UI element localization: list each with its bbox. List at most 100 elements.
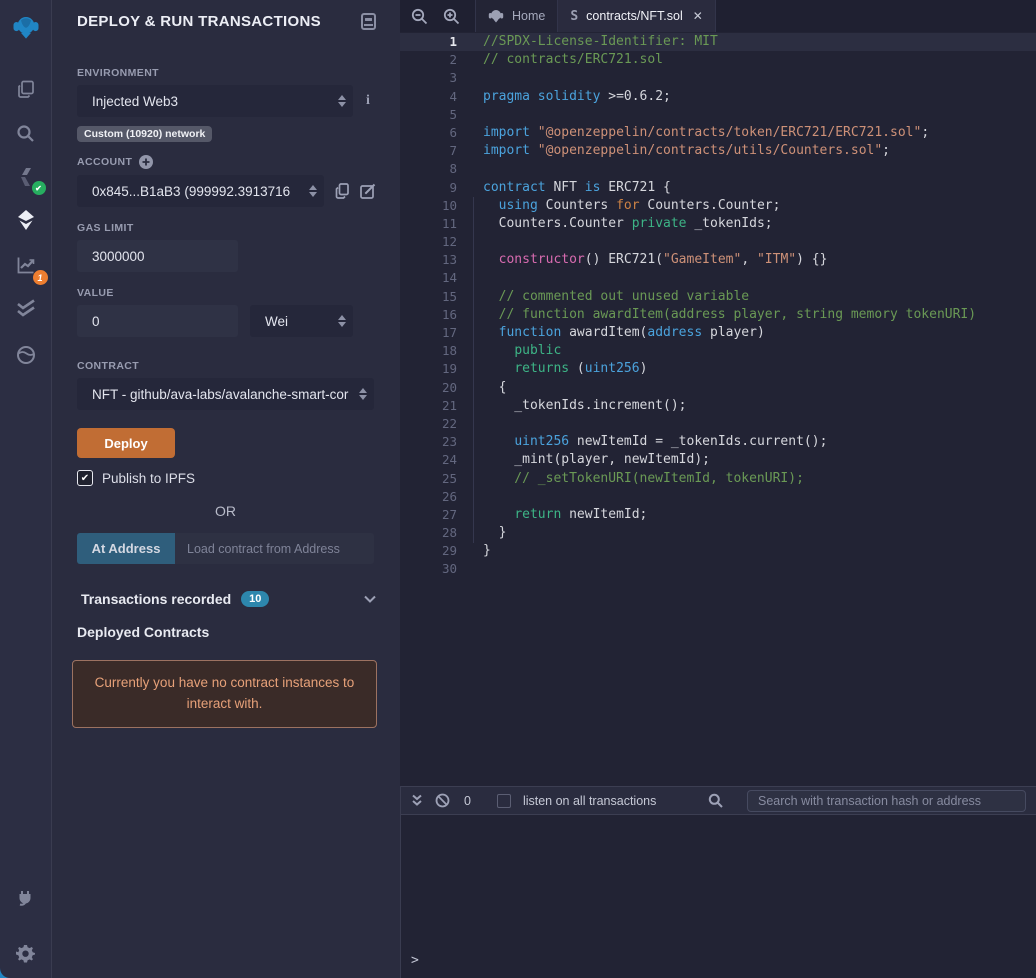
indent-guide [473, 197, 474, 543]
expand-terminal-icon[interactable] [411, 794, 423, 807]
code-line[interactable]: 20 { [400, 379, 1036, 397]
line-number: 13 [400, 251, 470, 269]
network-badge: Custom (10920) network [77, 126, 212, 142]
contract-select[interactable]: NFT - github/ava-labs/avalanche-smart-co… [77, 378, 374, 410]
zoom-in-icon[interactable] [440, 5, 463, 28]
at-address-input[interactable] [175, 533, 374, 564]
code-lines[interactable]: 1//SPDX-License-Identifier: MIT2// contr… [400, 32, 1036, 579]
code-line[interactable]: 26 [400, 488, 1036, 506]
code-line[interactable]: 17 function awardItem(address player) [400, 324, 1036, 342]
line-number: 6 [400, 124, 470, 142]
line-number: 23 [400, 433, 470, 451]
code-line[interactable]: 18 public [400, 342, 1036, 360]
chevron-updown-icon [309, 185, 317, 197]
code-line[interactable]: 4pragma solidity >=0.6.2; [400, 88, 1036, 106]
line-number: 8 [400, 160, 470, 178]
code-line[interactable]: 24 _mint(player, newItemId); [400, 451, 1036, 469]
solidity-compiler-icon[interactable]: ✔ [11, 162, 41, 192]
code-line[interactable]: 9contract NFT is ERC721 { [400, 179, 1036, 197]
line-number: 12 [400, 233, 470, 251]
gas-limit-label: GAS LIMIT [77, 222, 376, 234]
code-line[interactable]: 7import "@openzeppelin/contracts/utils/C… [400, 142, 1036, 160]
transactions-recorded-label: Transactions recorded [81, 591, 231, 607]
code-line[interactable]: 27 return newItemId; [400, 506, 1036, 524]
code-line[interactable]: 23 uint256 newItemId = _tokenIds.current… [400, 433, 1036, 451]
clear-console-icon[interactable] [435, 793, 450, 808]
terminal-toolbar: 0 listen on all transactions [401, 786, 1036, 815]
tab-contracts-nft-sol[interactable]: S contracts/NFT.sol ✕ [557, 0, 715, 32]
search-icon[interactable] [11, 118, 41, 148]
code-line[interactable]: 29} [400, 542, 1036, 560]
at-address-button[interactable]: At Address [77, 533, 175, 564]
chevron-updown-icon [359, 388, 367, 400]
close-tab-icon[interactable]: ✕ [693, 9, 703, 23]
code-line[interactable]: 1//SPDX-License-Identifier: MIT [400, 33, 1036, 51]
code-line[interactable]: 13 constructor() ERC721("GameItem", "ITM… [400, 251, 1036, 269]
code-line[interactable]: 11 Counters.Counter private _tokenIds; [400, 215, 1036, 233]
panel-title: DEPLOY & RUN TRANSACTIONS [77, 13, 321, 30]
chevron-updown-icon [338, 315, 346, 327]
code-line[interactable]: 2// contracts/ERC721.sol [400, 51, 1036, 69]
line-number: 2 [400, 51, 470, 69]
code-line[interactable]: 12 [400, 233, 1036, 251]
code-line[interactable]: 5 [400, 106, 1036, 124]
environment-select[interactable]: Injected Web3 [77, 85, 353, 117]
copy-account-icon[interactable] [335, 183, 349, 199]
code-line[interactable]: 21 _tokenIds.increment(); [400, 397, 1036, 415]
code-line[interactable]: 22 [400, 415, 1036, 433]
plugin-circle-icon[interactable] [11, 340, 41, 370]
chevron-updown-icon [338, 95, 346, 107]
terminal-search-input[interactable] [747, 790, 1026, 812]
code-line[interactable]: 28 } [400, 524, 1036, 542]
environment-label: ENVIRONMENT [77, 67, 376, 79]
line-number: 25 [400, 470, 470, 488]
tab-home[interactable]: Home [475, 0, 557, 32]
compiler-success-badge: ✔ [32, 181, 46, 195]
environment-info-icon[interactable]: i [366, 93, 370, 109]
contract-label: CONTRACT [77, 360, 376, 372]
solidity-file-icon: S [570, 9, 578, 24]
static-analysis-icon[interactable] [11, 294, 41, 324]
line-number: 11 [400, 215, 470, 233]
code-line[interactable]: 3 [400, 69, 1036, 87]
listen-transactions-checkbox[interactable] [497, 794, 511, 808]
code-line[interactable]: 16 // function awardItem(address player,… [400, 306, 1036, 324]
transactions-recorded-toggle[interactable]: Transactions recorded 10 [77, 591, 376, 607]
line-number: 3 [400, 69, 470, 87]
code-line[interactable]: 19 returns (uint256) [400, 360, 1036, 378]
add-account-icon[interactable] [139, 155, 153, 169]
settings-gear-icon[interactable] [11, 938, 41, 968]
terminal-search-icon [708, 793, 723, 808]
plugin-manager-icon[interactable] [11, 882, 41, 912]
deploy-and-run-icon[interactable] [11, 205, 41, 235]
value-unit-select[interactable]: Wei [250, 305, 353, 337]
documentation-book-icon[interactable] [361, 13, 376, 30]
publish-ipfs-row[interactable]: ✔ Publish to IPFS [77, 470, 376, 486]
remix-logo-icon[interactable] [11, 7, 41, 47]
line-number: 16 [400, 306, 470, 324]
terminal-output[interactable]: > [401, 815, 1036, 978]
line-number: 15 [400, 288, 470, 306]
code-line[interactable]: 6import "@openzeppelin/contracts/token/E… [400, 124, 1036, 142]
zoom-out-icon[interactable] [408, 5, 431, 28]
file-explorer-icon[interactable] [11, 74, 41, 104]
deploy-button[interactable]: Deploy [77, 428, 175, 458]
code-line[interactable]: 8 [400, 160, 1036, 178]
debugger-chart-icon[interactable]: 1 [11, 250, 41, 280]
line-number: 26 [400, 488, 470, 506]
code-line[interactable]: 10 using Counters for Counters.Counter; [400, 197, 1036, 215]
listen-transactions-label: listen on all transactions [523, 794, 656, 808]
account-select[interactable]: 0x845...B1aB3 (999992.3913716 [77, 175, 324, 207]
value-input[interactable] [77, 305, 238, 337]
code-line[interactable]: 14 [400, 269, 1036, 287]
line-number: 27 [400, 506, 470, 524]
icon-sidebar: ✔ 1 [0, 0, 52, 978]
edit-account-icon[interactable] [360, 183, 376, 199]
code-line[interactable]: 30 [400, 560, 1036, 578]
code-line[interactable]: 25 // _setTokenURI(newItemId, tokenURI); [400, 470, 1036, 488]
gas-limit-input[interactable] [77, 240, 238, 272]
line-number: 22 [400, 415, 470, 433]
code-line[interactable]: 15 // commented out unused variable [400, 288, 1036, 306]
publish-ipfs-checkbox[interactable]: ✔ [77, 470, 93, 486]
line-number: 9 [400, 179, 470, 197]
